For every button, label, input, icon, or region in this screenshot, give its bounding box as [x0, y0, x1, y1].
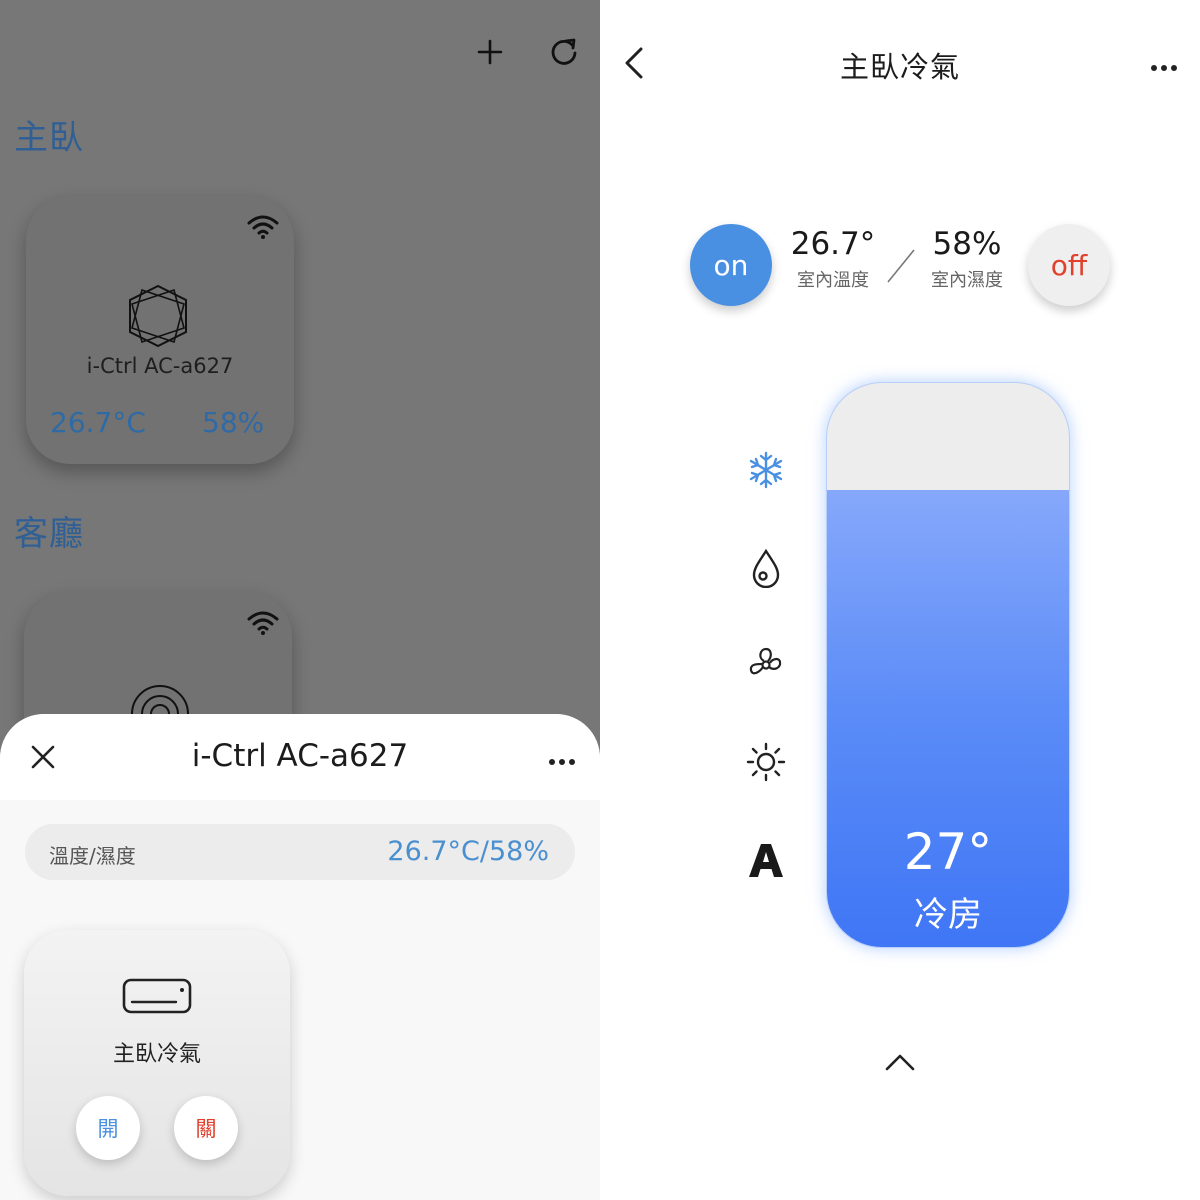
indoor-temperature-label: 室內溫度 [797, 270, 869, 291]
device-humidity: 58% [202, 406, 265, 439]
device-name: i-Ctrl AC-a627 [86, 354, 234, 378]
env-value: 26.7°C/58% [387, 836, 549, 867]
page-title: 主臥冷氣 [839, 50, 960, 84]
appliance-name: 主臥冷氣 [112, 1042, 201, 1067]
room-title-master-bedroom: 主臥 [14, 118, 84, 158]
air-conditioner-icon [122, 978, 192, 1018]
auto-icon[interactable] [744, 838, 788, 882]
wifi-icon [246, 214, 280, 244]
indoor-humidity: 58% [932, 226, 1002, 262]
ac-control-screen: 主臥冷氣 on 26.7° 室內溫度 58% 室內濕度 off 27° 冷房 [600, 0, 1200, 1200]
device-temperature: 26.7°C [50, 406, 146, 439]
appliance-on-button[interactable]: 開 [76, 1096, 140, 1160]
device-detail-sheet: i-Ctrl AC-a627 溫度/濕度 26.7°C/58% 主臥冷氣 開 關 [0, 714, 600, 1200]
divider-slash [886, 248, 916, 288]
set-mode: 冷房 [914, 895, 982, 935]
appliance-card[interactable]: 主臥冷氣 開 關 [24, 930, 290, 1196]
env-reading-row: 溫度/濕度 26.7°C/58% [25, 824, 575, 880]
add-icon[interactable] [468, 30, 512, 74]
refresh-icon[interactable] [542, 30, 586, 74]
chevron-up-icon[interactable] [884, 1052, 916, 1076]
indoor-humidity-label: 室內濕度 [931, 270, 1003, 291]
device-list-screen: 主臥 i-Ctrl AC-a627 26.7°C 58% 客廳 i-Ctrl A… [0, 0, 600, 1200]
snowflake-icon[interactable] [744, 448, 788, 492]
device-logo-icon [122, 282, 194, 354]
temperature-slider[interactable]: 27° 冷房 [826, 382, 1070, 948]
sun-icon[interactable] [744, 740, 788, 784]
wifi-icon [246, 610, 280, 640]
power-off-button[interactable]: off [1028, 224, 1110, 306]
indoor-temperature: 26.7° [790, 226, 876, 262]
room-title-living-room: 客廳 [14, 514, 84, 554]
more-icon[interactable] [1150, 58, 1178, 77]
sheet-header: i-Ctrl AC-a627 [0, 714, 600, 800]
appliance-off-button[interactable]: 關 [174, 1096, 238, 1160]
set-temperature: 27° [903, 823, 993, 881]
power-on-button[interactable]: on [690, 224, 772, 306]
env-label: 溫度/濕度 [49, 844, 136, 868]
more-icon[interactable] [548, 752, 576, 771]
sheet-title: i-Ctrl AC-a627 [191, 738, 409, 774]
droplet-icon[interactable] [744, 546, 788, 590]
device-card[interactable]: i-Ctrl AC-a627 26.7°C 58% [26, 196, 294, 464]
fan-icon[interactable] [744, 642, 788, 686]
